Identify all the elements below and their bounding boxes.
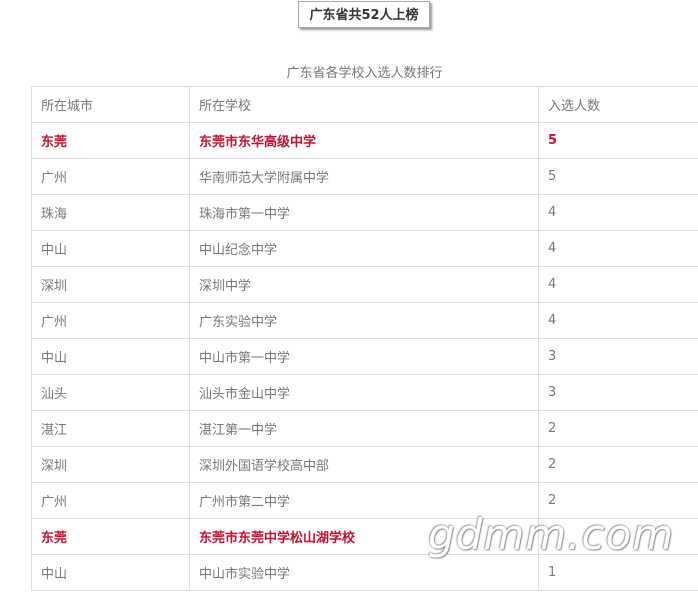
column-header-city: 所在城市	[31, 86, 190, 123]
city-cell: 深圳	[31, 446, 190, 483]
city-cell: 珠海	[31, 194, 190, 231]
count-cell: 1	[538, 554, 698, 591]
table-row: 广州 华南师范大学附属中学 5	[31, 158, 698, 195]
count-cell: 5	[538, 158, 698, 195]
city-cell: 中山	[31, 554, 190, 591]
table-header-row: 所在城市 所在学校 入选人数	[31, 86, 698, 123]
school-cell: 深圳中学	[189, 266, 539, 303]
city-cell: 广州	[31, 158, 190, 195]
count-cell: 2	[538, 446, 698, 483]
city-cell: 东莞	[31, 122, 190, 159]
city-cell: 汕头	[31, 374, 190, 411]
count-cell: 4	[538, 194, 698, 231]
column-header-count: 入选人数	[538, 86, 698, 123]
school-cell: 珠海市第一中学	[189, 194, 539, 231]
count-cell: 3	[538, 338, 698, 375]
school-cell: 深圳外国语学校高中部	[189, 446, 539, 483]
city-cell: 湛江	[31, 410, 190, 447]
school-cell: 中山纪念中学	[189, 230, 539, 267]
table-row: 汕头 汕头市金山中学 3	[31, 374, 698, 411]
table-row: 湛江 湛江第一中学 2	[31, 410, 698, 447]
table-row: 珠海 珠海市第一中学 4	[31, 194, 698, 231]
count-cell: 2	[538, 410, 698, 447]
table-row: 广州 广东实验中学 4	[31, 302, 698, 339]
school-cell: 华南师范大学附属中学	[189, 158, 539, 195]
table-row: 深圳 深圳中学 4	[31, 266, 698, 303]
table-row: 深圳 深圳外国语学校高中部 2	[31, 446, 698, 483]
count-cell: 4	[538, 302, 698, 339]
column-header-school: 所在学校	[189, 86, 539, 123]
table-row: 东莞 东莞市东华高级中学 5	[31, 122, 698, 159]
table-row: 中山 中山市实验中学 1	[31, 554, 698, 591]
page: 广东省共52人上榜 广东省各学校入选人数排行 所在城市 所在学校 入选人数 东莞…	[0, 0, 698, 595]
watermark: gdmm.com	[428, 510, 675, 559]
count-cell: 4	[538, 266, 698, 303]
school-cell: 湛江第一中学	[189, 410, 539, 447]
city-cell: 广州	[31, 302, 190, 339]
table-caption: 广东省各学校入选人数排行	[286, 66, 443, 81]
page-title: 广东省共52人上榜	[298, 1, 430, 28]
city-cell: 深圳	[31, 266, 190, 303]
school-cell: 广东实验中学	[189, 302, 539, 339]
city-cell: 广州	[31, 482, 190, 519]
count-cell: 5	[538, 122, 698, 159]
count-cell: 3	[538, 374, 698, 411]
school-cell: 东莞市东华高级中学	[189, 122, 539, 159]
school-cell: 中山市实验中学	[189, 554, 539, 591]
school-cell: 中山市第一中学	[189, 338, 539, 375]
table-row: 中山 中山纪念中学 4	[31, 230, 698, 267]
count-cell: 4	[538, 230, 698, 267]
school-cell: 汕头市金山中学	[189, 374, 539, 411]
city-cell: 中山	[31, 338, 190, 375]
city-cell: 中山	[31, 230, 190, 267]
table-row: 中山 中山市第一中学 3	[31, 338, 698, 375]
city-cell: 东莞	[31, 518, 190, 555]
